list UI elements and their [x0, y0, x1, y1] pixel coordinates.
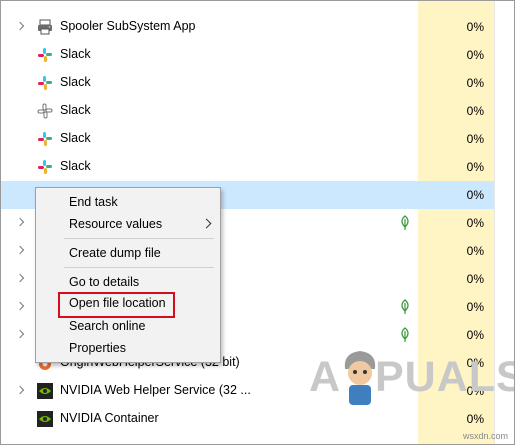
cpu-cell: 0%: [418, 293, 494, 321]
cpu-value: 0%: [466, 104, 484, 118]
slack-gray-icon: [37, 103, 53, 119]
menu-item-label: End task: [69, 195, 118, 209]
appuals-watermark: A PUALS: [309, 347, 514, 417]
menu-item-label: Create dump file: [69, 246, 161, 260]
cpu-value: 0%: [466, 216, 484, 230]
menu-item-search-online[interactable]: Search online: [36, 316, 220, 336]
table-row[interactable]: Slack 0%: [1, 153, 494, 181]
cpu-cell: 0%: [418, 13, 494, 41]
menu-item-label: Go to details: [69, 275, 140, 289]
leaf-icon: [399, 327, 411, 343]
menu-item-label: Search online: [69, 319, 146, 333]
nvidia-icon: [37, 411, 53, 427]
menu-separator: [64, 238, 214, 239]
process-name: Slack: [60, 103, 91, 117]
cpu-value: 0%: [466, 132, 484, 146]
menu-separator: [64, 267, 214, 268]
menu-item-go-to-details[interactable]: Go to details: [36, 272, 220, 292]
process-name: Slack: [60, 47, 91, 61]
process-name: NVIDIA Web Helper Service (32 ...: [60, 383, 251, 397]
chevron-right-icon[interactable]: [15, 217, 27, 229]
credit-text: wsxdn.com: [463, 431, 509, 441]
cpu-value: 0%: [466, 188, 484, 202]
slack-icon: [37, 47, 53, 63]
menu-item-properties[interactable]: Properties: [36, 338, 220, 358]
menu-item-label: Resource values: [69, 217, 163, 231]
menu-item-resource-values[interactable]: Resource values: [36, 214, 220, 234]
slack-icon: [37, 159, 53, 175]
cpu-cell: 0%: [418, 321, 494, 349]
chevron-right-icon[interactable]: [15, 301, 27, 313]
table-row[interactable]: Slack 0%: [1, 125, 494, 153]
menu-item-create-dump-file[interactable]: Create dump file: [36, 243, 220, 263]
process-name: Spooler SubSystem App: [60, 19, 196, 33]
cpu-cell: 0%: [418, 125, 494, 153]
process-name: Slack: [60, 75, 91, 89]
chevron-right-icon[interactable]: [15, 21, 27, 33]
chevron-right-icon[interactable]: [15, 273, 27, 285]
process-name: NVIDIA Container: [60, 411, 159, 425]
cpu-cell: 0%: [418, 237, 494, 265]
cpu-value: 0%: [466, 300, 484, 314]
cpu-value: 0%: [466, 20, 484, 34]
chevron-right-icon[interactable]: [15, 245, 27, 257]
menu-item-end-task[interactable]: End task: [36, 192, 220, 212]
chevron-right-icon[interactable]: [15, 385, 27, 397]
chevron-right-icon[interactable]: [15, 329, 27, 341]
cpu-cell: 0%: [418, 41, 494, 69]
cpu-value: 0%: [466, 272, 484, 286]
slack-icon: [37, 75, 53, 91]
process-name: Slack: [60, 159, 91, 173]
table-row[interactable]: Slack 0%: [1, 69, 494, 97]
watermark-text-right: PUALS: [375, 353, 515, 401]
cpu-cell: 0%: [418, 97, 494, 125]
cpu-value: 0%: [466, 76, 484, 90]
nvidia-icon: [37, 383, 53, 399]
highlight-box: [58, 292, 175, 318]
process-name: Slack: [60, 131, 91, 145]
table-row[interactable]: Slack 0%: [1, 97, 494, 125]
context-menu: End task Resource values Create dump fil…: [35, 187, 221, 363]
cpu-cell: 0%: [418, 153, 494, 181]
leaf-icon: [399, 215, 411, 231]
menu-item-label: Properties: [69, 341, 126, 355]
slack-icon: [37, 131, 53, 147]
watermark-text-left: A: [309, 353, 342, 401]
cpu-cell: 0%: [418, 181, 494, 209]
cpu-value: 0%: [466, 48, 484, 62]
table-row[interactable]: Spooler SubSystem App 0%: [1, 13, 494, 41]
cpu-cell: 0%: [418, 209, 494, 237]
cpu-value: 0%: [466, 244, 484, 258]
printer-icon: [37, 19, 53, 35]
chevron-right-icon: [201, 218, 212, 229]
table-row[interactable]: Slack 0%: [1, 41, 494, 69]
cpu-value: 0%: [466, 160, 484, 174]
task-manager-process-list: Spooler SubSystem App 0% Slack 0% Slack 0% Sla…: [0, 0, 515, 445]
cpu-value: 0%: [466, 328, 484, 342]
leaf-icon: [399, 299, 411, 315]
cpu-cell: 0%: [418, 265, 494, 293]
cpu-cell: 0%: [418, 69, 494, 97]
